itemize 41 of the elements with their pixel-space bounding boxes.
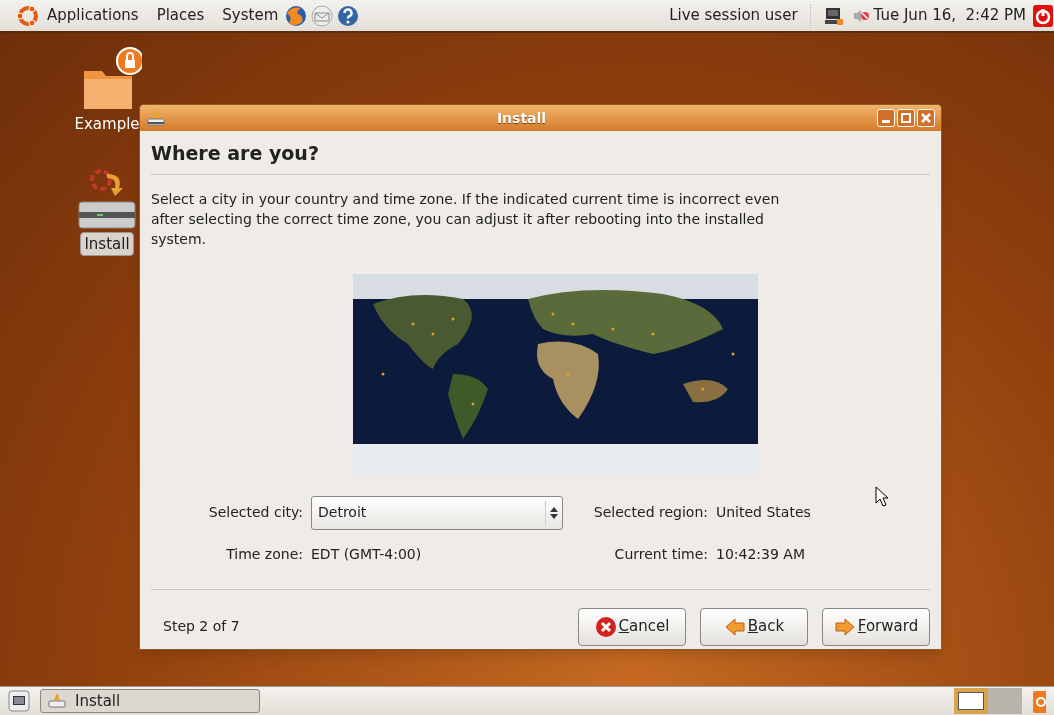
maximize-button[interactable] (897, 109, 915, 127)
cancel-button[interactable]: Cancel (578, 607, 686, 646)
left-arrow-icon (723, 615, 746, 638)
mouse-pointer-icon (875, 486, 891, 508)
forward-button[interactable]: Forward (822, 607, 930, 646)
computer-icon[interactable] (823, 5, 844, 26)
installer-icon (47, 692, 67, 710)
field-label: Current time: (613, 544, 709, 564)
back-button[interactable]: Back (700, 607, 808, 646)
help-icon[interactable] (336, 3, 361, 28)
menu-item[interactable]: Applications (45, 4, 141, 27)
trash-icon[interactable] (1032, 689, 1046, 713)
step-indicator: Step 2 of 7 (163, 617, 241, 636)
icon-label[interactable]: Install (80, 231, 134, 256)
page-heading: Where are you? (151, 131, 930, 175)
taskbar-button[interactable]: Install (40, 689, 260, 713)
city-dropdown[interactable]: Detroit (311, 495, 563, 530)
description-text: Select a city in your country and time zone. If the indicated current time is incorrect even after selecting the correct time zone, you can adjust it after rebooting into the installed system. (151, 189, 781, 249)
workspace-switcher[interactable] (988, 688, 1022, 714)
workspace-switcher[interactable] (954, 688, 988, 714)
cancel-icon (594, 615, 617, 638)
timezone-value: EDT (GMT-4:00) (311, 544, 422, 564)
close-button[interactable] (917, 109, 935, 127)
clock[interactable]: Tue Jun 16, 2:42 PM (873, 4, 1026, 27)
show-desktop-icon[interactable] (8, 690, 30, 712)
field-label: Selected city: (207, 503, 304, 522)
time-value: 10:42:39 AM (716, 544, 805, 564)
installer-icon (146, 108, 166, 128)
region-value: United States (716, 503, 811, 522)
menu-item[interactable]: System (220, 4, 281, 27)
browser-globe-icon[interactable] (284, 3, 309, 28)
power-icon[interactable] (1032, 3, 1054, 28)
field-label: Time zone: (225, 544, 304, 564)
icon-label[interactable]: Example (71, 113, 143, 136)
field-label: Selected region: (592, 503, 709, 522)
user-name[interactable]: Live session user (669, 4, 798, 27)
right-arrow-icon (833, 615, 856, 638)
minimize-button[interactable] (877, 109, 895, 127)
menu-item[interactable]: Places (154, 4, 207, 27)
ubuntu-logo-icon (16, 3, 40, 28)
window-title: Install (495, 108, 548, 128)
